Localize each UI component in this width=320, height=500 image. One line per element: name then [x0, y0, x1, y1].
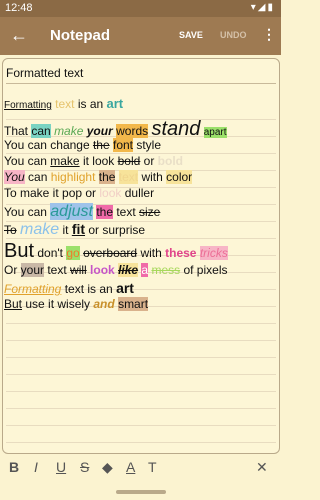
text-span: text: [118, 170, 139, 184]
text-span: make: [50, 154, 80, 168]
text-span: the: [96, 205, 113, 219]
text-span: will: [70, 263, 87, 277]
text-span: can: [24, 170, 51, 184]
more-vert-icon[interactable]: ⋮: [262, 27, 276, 41]
text-span: duller: [121, 186, 155, 200]
text-span: overboard: [83, 246, 138, 260]
fill-color-button[interactable]: ◆: [102, 459, 113, 476]
note-line: But use it wisely and smart: [4, 297, 149, 311]
text-span: or surprise: [85, 223, 146, 237]
text-span: color: [166, 170, 193, 184]
text-span: text: [51, 97, 75, 111]
italic-button[interactable]: I: [34, 459, 38, 475]
text-span: size: [139, 205, 161, 219]
text-span: make: [20, 221, 60, 238]
text-span: text: [113, 205, 140, 219]
note-title[interactable]: Formatted text: [6, 66, 83, 80]
text-span: You: [4, 170, 25, 184]
text-span: mess: [151, 263, 181, 277]
text-span: highlight: [50, 170, 96, 184]
text-span: To: [4, 223, 17, 237]
text-span: or: [140, 154, 158, 168]
text-span: the: [98, 170, 116, 184]
home-indicator[interactable]: [116, 490, 166, 494]
text-span: fit: [71, 221, 86, 237]
clear-format-button[interactable]: ✕: [256, 459, 268, 476]
note-line: You can adjust the text size: [4, 203, 160, 221]
underline-button[interactable]: U: [56, 459, 66, 475]
text-span: with: [137, 246, 166, 260]
text-span: and: [93, 297, 115, 311]
strikethrough-button[interactable]: S: [80, 459, 89, 475]
text-span: is an: [74, 97, 107, 111]
text-span: it look: [79, 154, 118, 168]
text-span: make: [54, 124, 84, 138]
text-span: art: [116, 280, 134, 296]
text-span: look: [90, 263, 115, 277]
text-span: art: [106, 96, 124, 111]
text-span: You can change: [4, 138, 93, 152]
title-divider: [6, 83, 276, 84]
text-span: the: [92, 138, 110, 152]
format-toolbar: B I U S ◆ A T ✕: [0, 455, 281, 482]
text-span: with: [138, 170, 167, 184]
text-span: That: [4, 124, 32, 138]
text-span: use it wisely: [22, 297, 94, 311]
text-span: To make it pop or: [4, 186, 100, 200]
note-line: Formatting text is an art: [4, 280, 134, 296]
text-span: You can: [4, 154, 51, 168]
text-color-button[interactable]: A: [126, 459, 135, 475]
app-bar: ← Notepad SAVE UNDO ⋮: [0, 17, 281, 55]
text-span: text: [44, 263, 71, 277]
text-span: bold: [117, 154, 141, 168]
text-span: bold: [157, 154, 183, 168]
note-line: Or your text will look like a mess of pi…: [4, 263, 227, 277]
text-span: apart: [203, 127, 227, 138]
save-button[interactable]: SAVE: [179, 30, 203, 40]
text-span: of pixels: [180, 263, 228, 277]
app-title: Notepad: [50, 27, 110, 44]
arrow-left-icon[interactable]: ←: [10, 25, 28, 45]
text-span: can: [31, 124, 51, 138]
text-span: don't: [34, 246, 67, 260]
text-span: You can: [4, 205, 51, 219]
text-span: But: [4, 297, 23, 311]
note-line: You can make it look bold or bold: [4, 154, 183, 168]
text-span: smart: [118, 297, 149, 311]
text-span: style: [133, 138, 162, 152]
gesture-nav-bar: [0, 482, 281, 500]
text-span: Formatting: [4, 100, 52, 111]
bold-button[interactable]: B: [9, 459, 19, 475]
text-span: Or: [4, 263, 21, 277]
note-line: But don't go overboard with these tricks: [4, 240, 228, 263]
status-icons: ▾◢▮: [250, 2, 275, 13]
text-span: your: [20, 263, 45, 277]
text-span: look: [99, 186, 122, 200]
note-line: You can change the font style: [4, 138, 161, 152]
text-size-button[interactable]: T: [148, 459, 157, 475]
text-span: your: [86, 124, 113, 138]
note-line: To make it pop or look duller: [4, 186, 154, 200]
text-span: words: [116, 124, 149, 138]
note-line: Formatting text is an art: [4, 96, 123, 111]
text-span: font: [113, 138, 134, 152]
undo-button[interactable]: UNDO: [220, 30, 247, 40]
text-span: But: [4, 240, 35, 262]
note-line: You can highlight the text with color: [4, 170, 193, 184]
text-span: go: [66, 246, 80, 260]
text-span: Formatting: [4, 282, 62, 296]
text-span: text is an: [61, 282, 117, 296]
text-span: adjust: [50, 203, 93, 220]
text-span: tricks: [199, 246, 228, 260]
status-bar: 12:48 ▾◢▮: [0, 0, 281, 17]
text-span: stand: [151, 118, 201, 140]
status-time: 12:48: [5, 2, 33, 14]
note-line: To make it fit or surprise: [4, 221, 145, 239]
text-span: it: [59, 223, 72, 237]
text-span: these: [165, 246, 197, 260]
text-span: like: [118, 263, 139, 277]
